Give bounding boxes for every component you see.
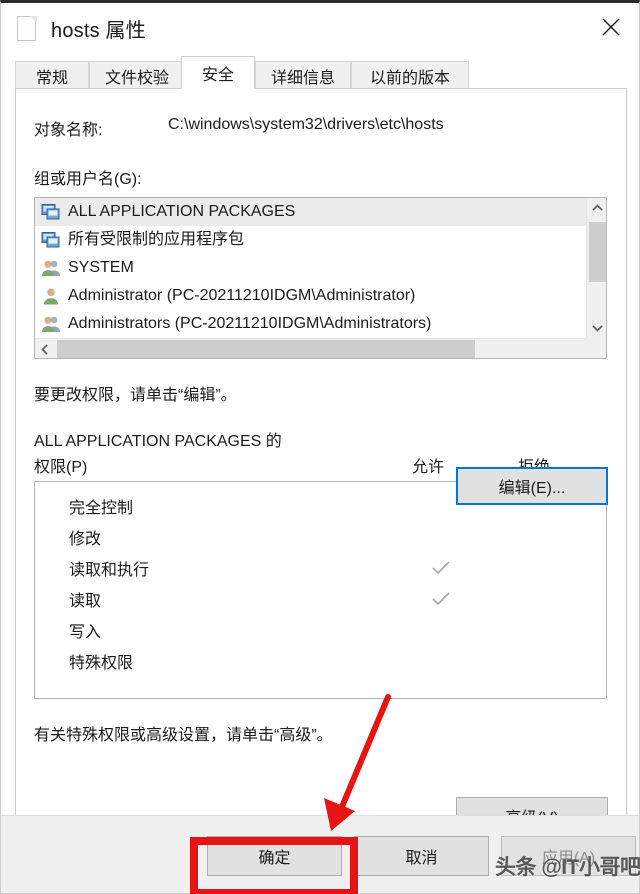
permission-label: 写入 [69, 623, 102, 641]
properties-dialog: hosts 属性 常规 文件校验 安全 详细信息 以前的版本 对象名称: C:\… [0, 0, 640, 894]
group-icon [41, 314, 61, 334]
security-tab-panel: 对象名称: C:\windows\system32\drivers\etc\ho… [15, 88, 627, 835]
user-icon [41, 286, 61, 306]
permissions-title-line2: 权限(P) [34, 459, 88, 476]
list-item[interactable]: SYSTEM [35, 254, 586, 282]
dialog-button-bar: 确定 取消 应用(A) [1, 815, 639, 893]
cancel-button[interactable]: 取消 [354, 836, 489, 876]
permission-label: 完全控制 [69, 499, 134, 517]
scroll-down-icon[interactable] [587, 318, 606, 338]
list-item-label: ALL APPLICATION PACKAGES [68, 203, 296, 220]
permission-label: 读取 [69, 592, 102, 610]
column-header-allow: 允许 [412, 459, 445, 476]
permissions-listbox[interactable]: 完全控制 修改 读取和执行 读取 写入 特殊权限 [34, 481, 607, 699]
title-bar: hosts 属性 [1, 3, 639, 53]
list-item-label: SYSTEM [68, 259, 134, 276]
tab-general[interactable]: 常规 [15, 61, 89, 89]
advanced-settings-hint: 有关特殊权限或高级设置，请单击“高级”。 [34, 727, 333, 744]
table-row[interactable]: 修改 [35, 521, 606, 552]
table-row[interactable]: 读取和执行 [35, 552, 606, 583]
table-row[interactable]: 特殊权限 [35, 645, 606, 676]
scrollbar-corner [586, 338, 606, 358]
tab-strip: 常规 文件校验 安全 详细信息 以前的版本 [15, 56, 627, 89]
window-title: hosts 属性 [51, 19, 146, 42]
edit-button[interactable]: 编辑(E)... [456, 467, 608, 505]
tab-previous-versions[interactable]: 以前的版本 [351, 61, 469, 89]
object-name-label: 对象名称: [34, 122, 103, 139]
edit-permissions-hint: 要更改权限，请单击“编辑”。 [34, 387, 237, 404]
permission-label: 特殊权限 [69, 654, 134, 672]
apply-button[interactable]: 应用(A) [501, 836, 636, 876]
tab-security[interactable]: 安全 [181, 56, 255, 89]
document-icon [17, 15, 37, 41]
list-item[interactable]: Administrator (PC-20211210IDGM\Administr… [35, 282, 586, 310]
ok-button[interactable]: 确定 [207, 836, 342, 876]
object-name-value: C:\windows\system32\drivers\etc\hosts [168, 116, 444, 133]
tab-file-checksum[interactable]: 文件校验 [89, 61, 185, 89]
user-rows: ALL APPLICATION PACKAGES 所有受限制的应用程序包 SYS… [35, 198, 586, 338]
group-or-usernames-label: 组或用户名(G): [34, 171, 142, 188]
close-icon[interactable] [583, 3, 639, 51]
list-item[interactable]: ALL APPLICATION PACKAGES [35, 198, 586, 226]
list-item-label: Administrators (PC-20211210IDGM\Administ… [68, 315, 432, 332]
table-row[interactable]: 写入 [35, 614, 606, 645]
horizontal-scrollbar-thumb[interactable] [57, 340, 475, 358]
list-item[interactable]: 所有受限制的应用程序包 [35, 226, 586, 254]
vertical-scrollbar[interactable] [586, 198, 606, 338]
permission-rows: 完全控制 修改 读取和执行 读取 写入 特殊权限 [35, 482, 606, 676]
list-item[interactable]: Administrators (PC-20211210IDGM\Administ… [35, 310, 586, 338]
list-item-label: Administrator (PC-20211210IDGM\Administr… [68, 287, 416, 304]
allow-checkmark-icon [431, 589, 451, 609]
vertical-scrollbar-thumb[interactable] [589, 222, 606, 282]
scroll-up-icon[interactable] [587, 198, 606, 218]
table-row[interactable]: 读取 [35, 583, 606, 614]
app-package-icon [41, 230, 61, 250]
group-icon [41, 258, 61, 278]
scroll-left-icon[interactable] [35, 339, 55, 358]
list-item-label: 所有受限制的应用程序包 [68, 231, 245, 248]
tab-details[interactable]: 详细信息 [255, 61, 351, 89]
permission-label: 修改 [69, 530, 102, 548]
horizontal-scrollbar[interactable] [35, 338, 606, 358]
allow-checkmark-icon [431, 558, 451, 578]
permissions-title-line1: ALL APPLICATION PACKAGES 的 [34, 433, 282, 450]
app-package-icon [41, 202, 61, 222]
permission-label: 读取和执行 [69, 561, 150, 579]
group-or-usernames-listbox[interactable]: ALL APPLICATION PACKAGES 所有受限制的应用程序包 SYS… [34, 197, 607, 359]
